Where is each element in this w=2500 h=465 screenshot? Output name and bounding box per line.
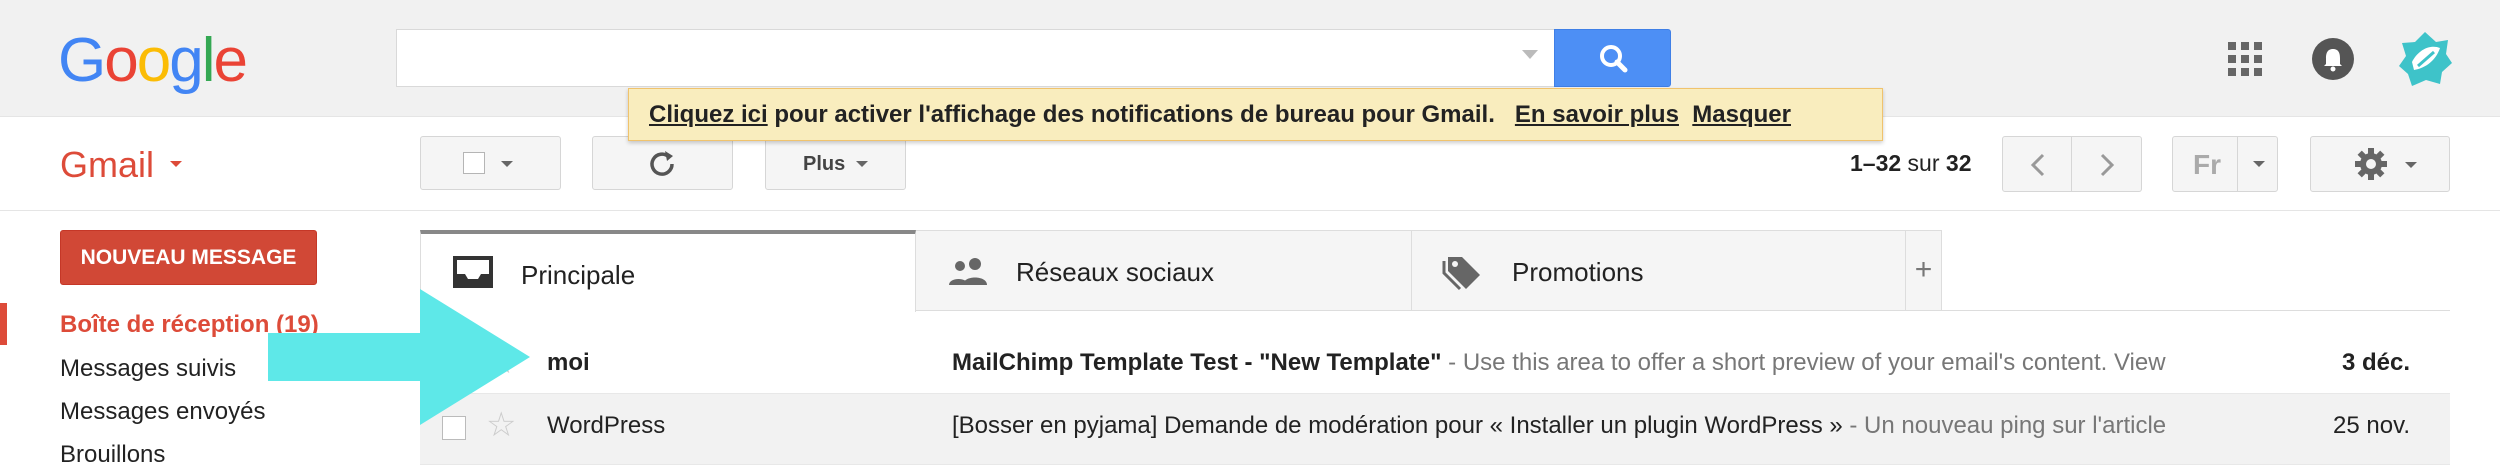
inbox-icon bbox=[453, 256, 493, 288]
refresh-button[interactable] bbox=[592, 136, 733, 190]
pagination-count: 1–32 sur 32 bbox=[1850, 150, 1972, 177]
search-options-caret-icon[interactable] bbox=[1522, 50, 1538, 59]
chevron-right-icon bbox=[2100, 153, 2115, 177]
tab-label: Promotions bbox=[1512, 257, 1644, 287]
message-sender: moi bbox=[547, 349, 590, 376]
newer-page-button[interactable] bbox=[2002, 136, 2072, 192]
chevron-down-icon[interactable] bbox=[170, 161, 182, 167]
message-subject-line: MailChimp Template Test - "New Template"… bbox=[952, 349, 2362, 377]
message-subject: [Bosser en pyjama] Demande de modération… bbox=[952, 412, 1843, 439]
logo-letter: e bbox=[213, 26, 248, 95]
active-indicator bbox=[0, 303, 7, 345]
learn-more-link[interactable]: En savoir plus bbox=[1515, 101, 1679, 128]
chevron-down-icon bbox=[501, 161, 513, 167]
google-logo[interactable]: Google bbox=[58, 26, 248, 96]
page-separator: sur bbox=[1901, 150, 1946, 176]
avatar[interactable] bbox=[2396, 30, 2454, 88]
logo-letter: l bbox=[201, 26, 216, 95]
settings-button[interactable] bbox=[2310, 136, 2450, 192]
apps-grid-icon[interactable] bbox=[2228, 42, 2262, 76]
add-tab-button[interactable]: + bbox=[1906, 230, 1942, 311]
table-row[interactable]: ☆ moi MailChimp Template Test - "New Tem… bbox=[420, 331, 2450, 394]
search-input[interactable] bbox=[396, 29, 1554, 87]
tab-social[interactable]: Réseaux sociaux bbox=[916, 230, 1412, 311]
logo-letter: g bbox=[169, 26, 204, 95]
chevron-left-icon bbox=[2030, 153, 2045, 177]
sidebar-item-sent[interactable]: Messages envoyés bbox=[60, 398, 265, 426]
message-date: 3 déc. bbox=[2341, 349, 2410, 376]
sidebar-item-drafts[interactable]: Brouillons bbox=[60, 441, 165, 465]
divider bbox=[0, 210, 2500, 211]
logo-letter: o bbox=[104, 26, 139, 95]
chevron-down-icon bbox=[856, 161, 868, 167]
people-icon bbox=[949, 258, 987, 285]
logo-letter: o bbox=[136, 26, 172, 95]
page-range: 1–32 bbox=[1850, 150, 1902, 176]
gmail-app-switcher[interactable]: Gmail bbox=[60, 144, 154, 186]
enable-notifications-link[interactable]: Cliquez ici bbox=[649, 101, 768, 128]
desktop-notification-banner: Cliquez ici pour activer l'affichage des… bbox=[628, 88, 1883, 141]
page-total: 32 bbox=[1945, 150, 1972, 176]
message-sender: WordPress bbox=[547, 412, 666, 439]
compose-button[interactable]: NOUVEAU MESSAGE bbox=[60, 230, 317, 285]
select-all-dropdown[interactable] bbox=[420, 136, 561, 190]
search-icon bbox=[1600, 45, 1628, 73]
banner-message: pour activer l'affichage des notificatio… bbox=[767, 101, 1495, 128]
annotation-arrow-icon bbox=[268, 289, 530, 425]
more-actions-button[interactable]: Plus bbox=[765, 136, 906, 190]
logo-letter: G bbox=[58, 26, 106, 95]
older-page-button[interactable] bbox=[2072, 136, 2142, 192]
select-checkbox[interactable] bbox=[463, 152, 485, 174]
message-preview: - Use this area to offer a short preview… bbox=[1441, 349, 2166, 376]
message-preview: - Un nouveau ping sur l'article bbox=[1842, 412, 2167, 439]
tab-label: Réseaux sociaux bbox=[1016, 257, 1214, 287]
divider bbox=[2237, 137, 2238, 191]
refresh-icon bbox=[650, 151, 674, 176]
sidebar-item-starred[interactable]: Messages suivis bbox=[60, 355, 236, 383]
message-subject-line: [Bosser en pyjama] Demande de modération… bbox=[952, 412, 2362, 440]
table-row[interactable]: ☆ WordPress [Bosser en pyjama] Demande d… bbox=[420, 394, 2450, 465]
language-label: Fr bbox=[2193, 149, 2221, 180]
chevron-down-icon[interactable] bbox=[2253, 161, 2265, 167]
notifications-bell-icon[interactable] bbox=[2312, 38, 2354, 80]
dismiss-banner-link[interactable]: Masquer bbox=[1692, 101, 1791, 128]
more-label: Plus bbox=[803, 153, 846, 175]
input-tools-button[interactable]: Fr bbox=[2172, 136, 2278, 192]
tab-label: Principale bbox=[521, 260, 636, 290]
tab-promotions[interactable]: Promotions bbox=[1412, 230, 1906, 311]
message-subject: MailChimp Template Test - "New Template" bbox=[952, 349, 1442, 376]
tag-icon bbox=[1442, 257, 1480, 291]
message-date: 25 nov. bbox=[2333, 412, 2410, 439]
gear-icon bbox=[2355, 148, 2417, 180]
search-button[interactable] bbox=[1554, 29, 1671, 87]
